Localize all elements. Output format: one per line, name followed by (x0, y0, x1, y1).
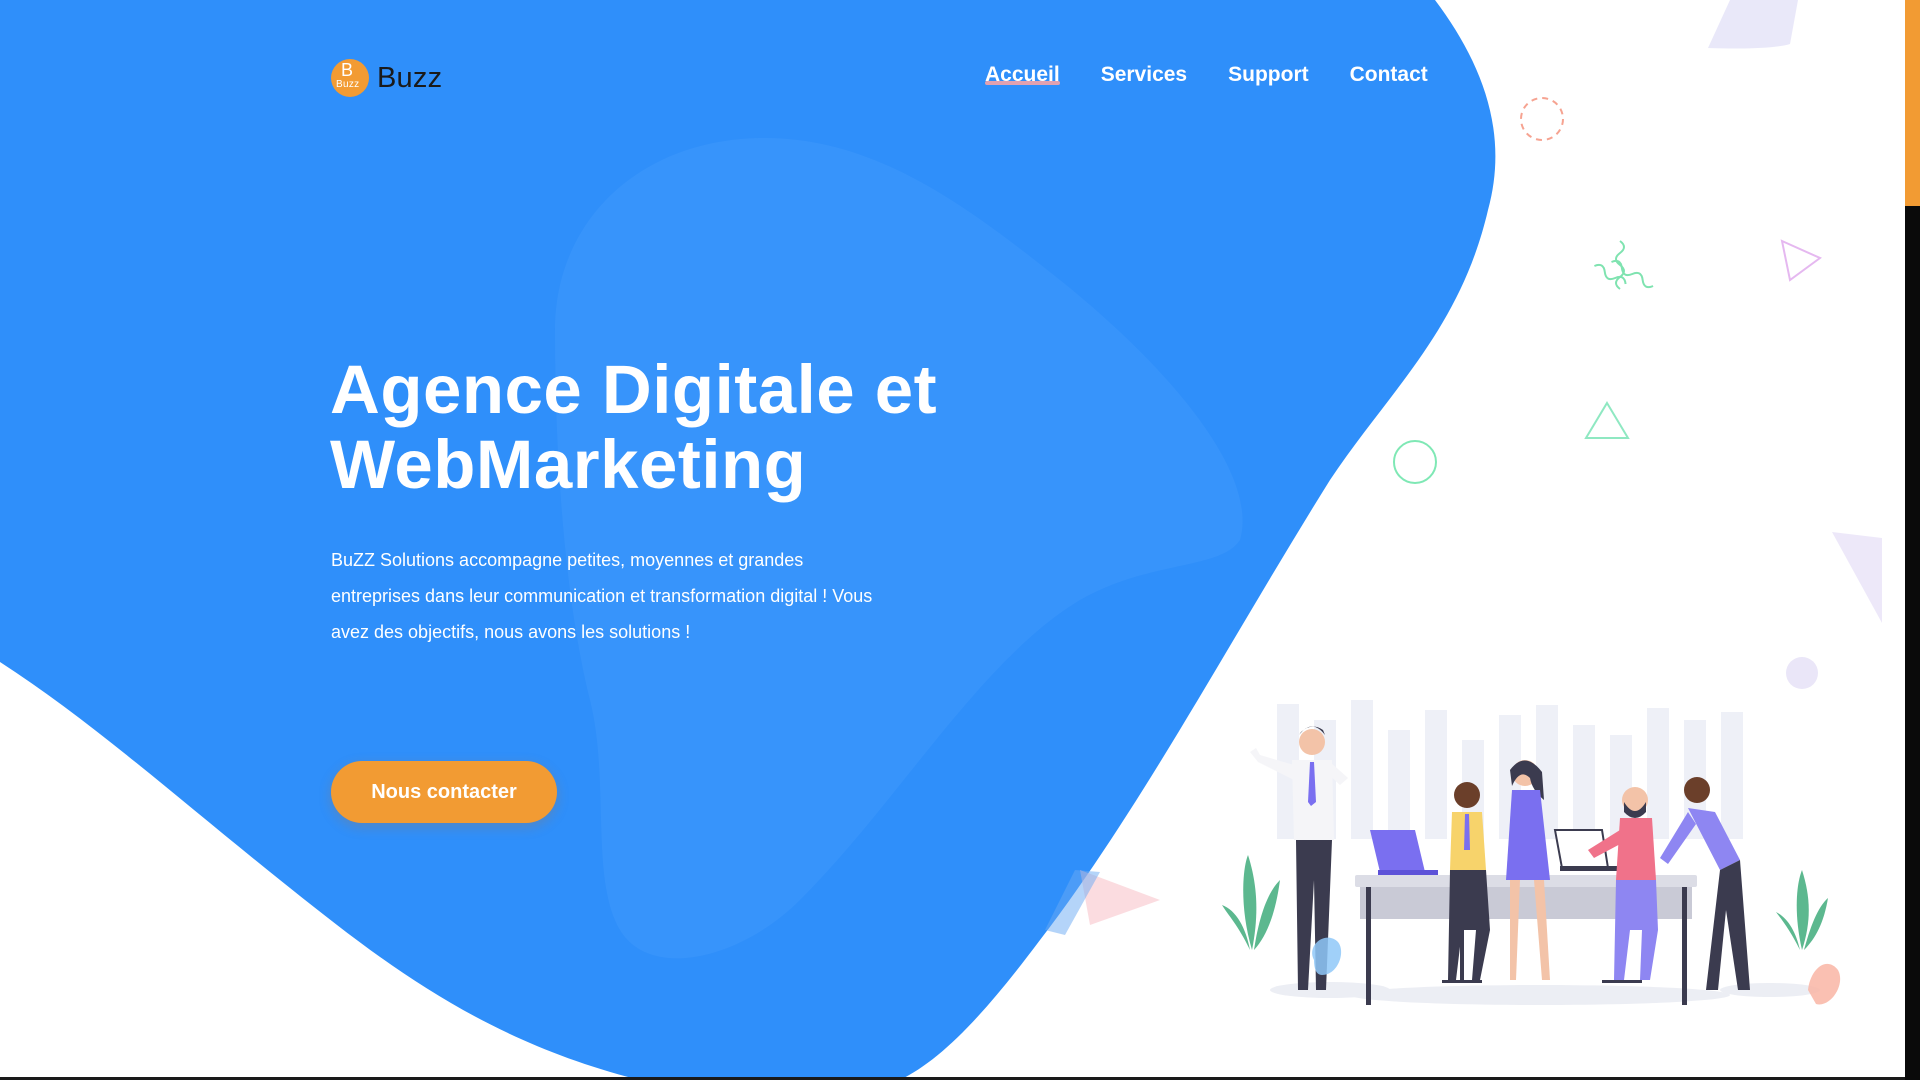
hero-title-line-2: WebMarketing (330, 426, 807, 503)
decor-dashed-circle-icon (1520, 97, 1564, 141)
brand-name: Buzz (377, 61, 443, 94)
hero-description: BuZZ Solutions accompagne petites, moyen… (331, 542, 901, 650)
nav-item-services[interactable]: Services (1101, 63, 1187, 87)
decor-dot-lavender-icon (1786, 657, 1818, 689)
page-scrollbar[interactable] (1905, 0, 1920, 1080)
hero-title: Agence Digitale et WebMarketing (330, 352, 1090, 502)
decor-triangle-outline-icon (1780, 239, 1822, 282)
buzz-logo-icon: B Buzz (331, 59, 369, 97)
decor-triangle-lavender-icon (1832, 532, 1882, 623)
hero-description-line-1: BuZZ Solutions accompagne petites, moyen… (331, 550, 804, 570)
logo-badge-letter: B (341, 60, 354, 80)
decor-circle-green-icon (1393, 440, 1437, 484)
decor-triangle-green-icon (1584, 401, 1630, 439)
logo[interactable]: B Buzz Buzz (331, 59, 442, 97)
hero-description-line-3: avez des objectifs, nous avons les solut… (331, 622, 691, 642)
main-navigation: Accueil Services Support Contact (985, 63, 1428, 87)
decor-wave-lines-icon (1594, 240, 1654, 290)
nav-item-support[interactable]: Support (1228, 63, 1308, 87)
landing-page: B Buzz Buzz Accueil Services Support Con… (0, 0, 1920, 1080)
hero-title-line-1: Agence Digitale et (330, 351, 938, 428)
logo-badge-word: Buzz (336, 79, 360, 90)
nav-item-contact[interactable]: Contact (1350, 63, 1428, 87)
nav-item-accueil[interactable]: Accueil (985, 63, 1060, 87)
decor-parallelogram-icon (1708, 0, 1798, 49)
hero-description-line-2: entreprises dans leur communication et t… (331, 586, 873, 606)
contact-us-button[interactable]: Nous contacter (331, 761, 557, 823)
scrollbar-thumb[interactable] (1905, 0, 1920, 206)
team-meeting-illustration (1222, 700, 1841, 1005)
